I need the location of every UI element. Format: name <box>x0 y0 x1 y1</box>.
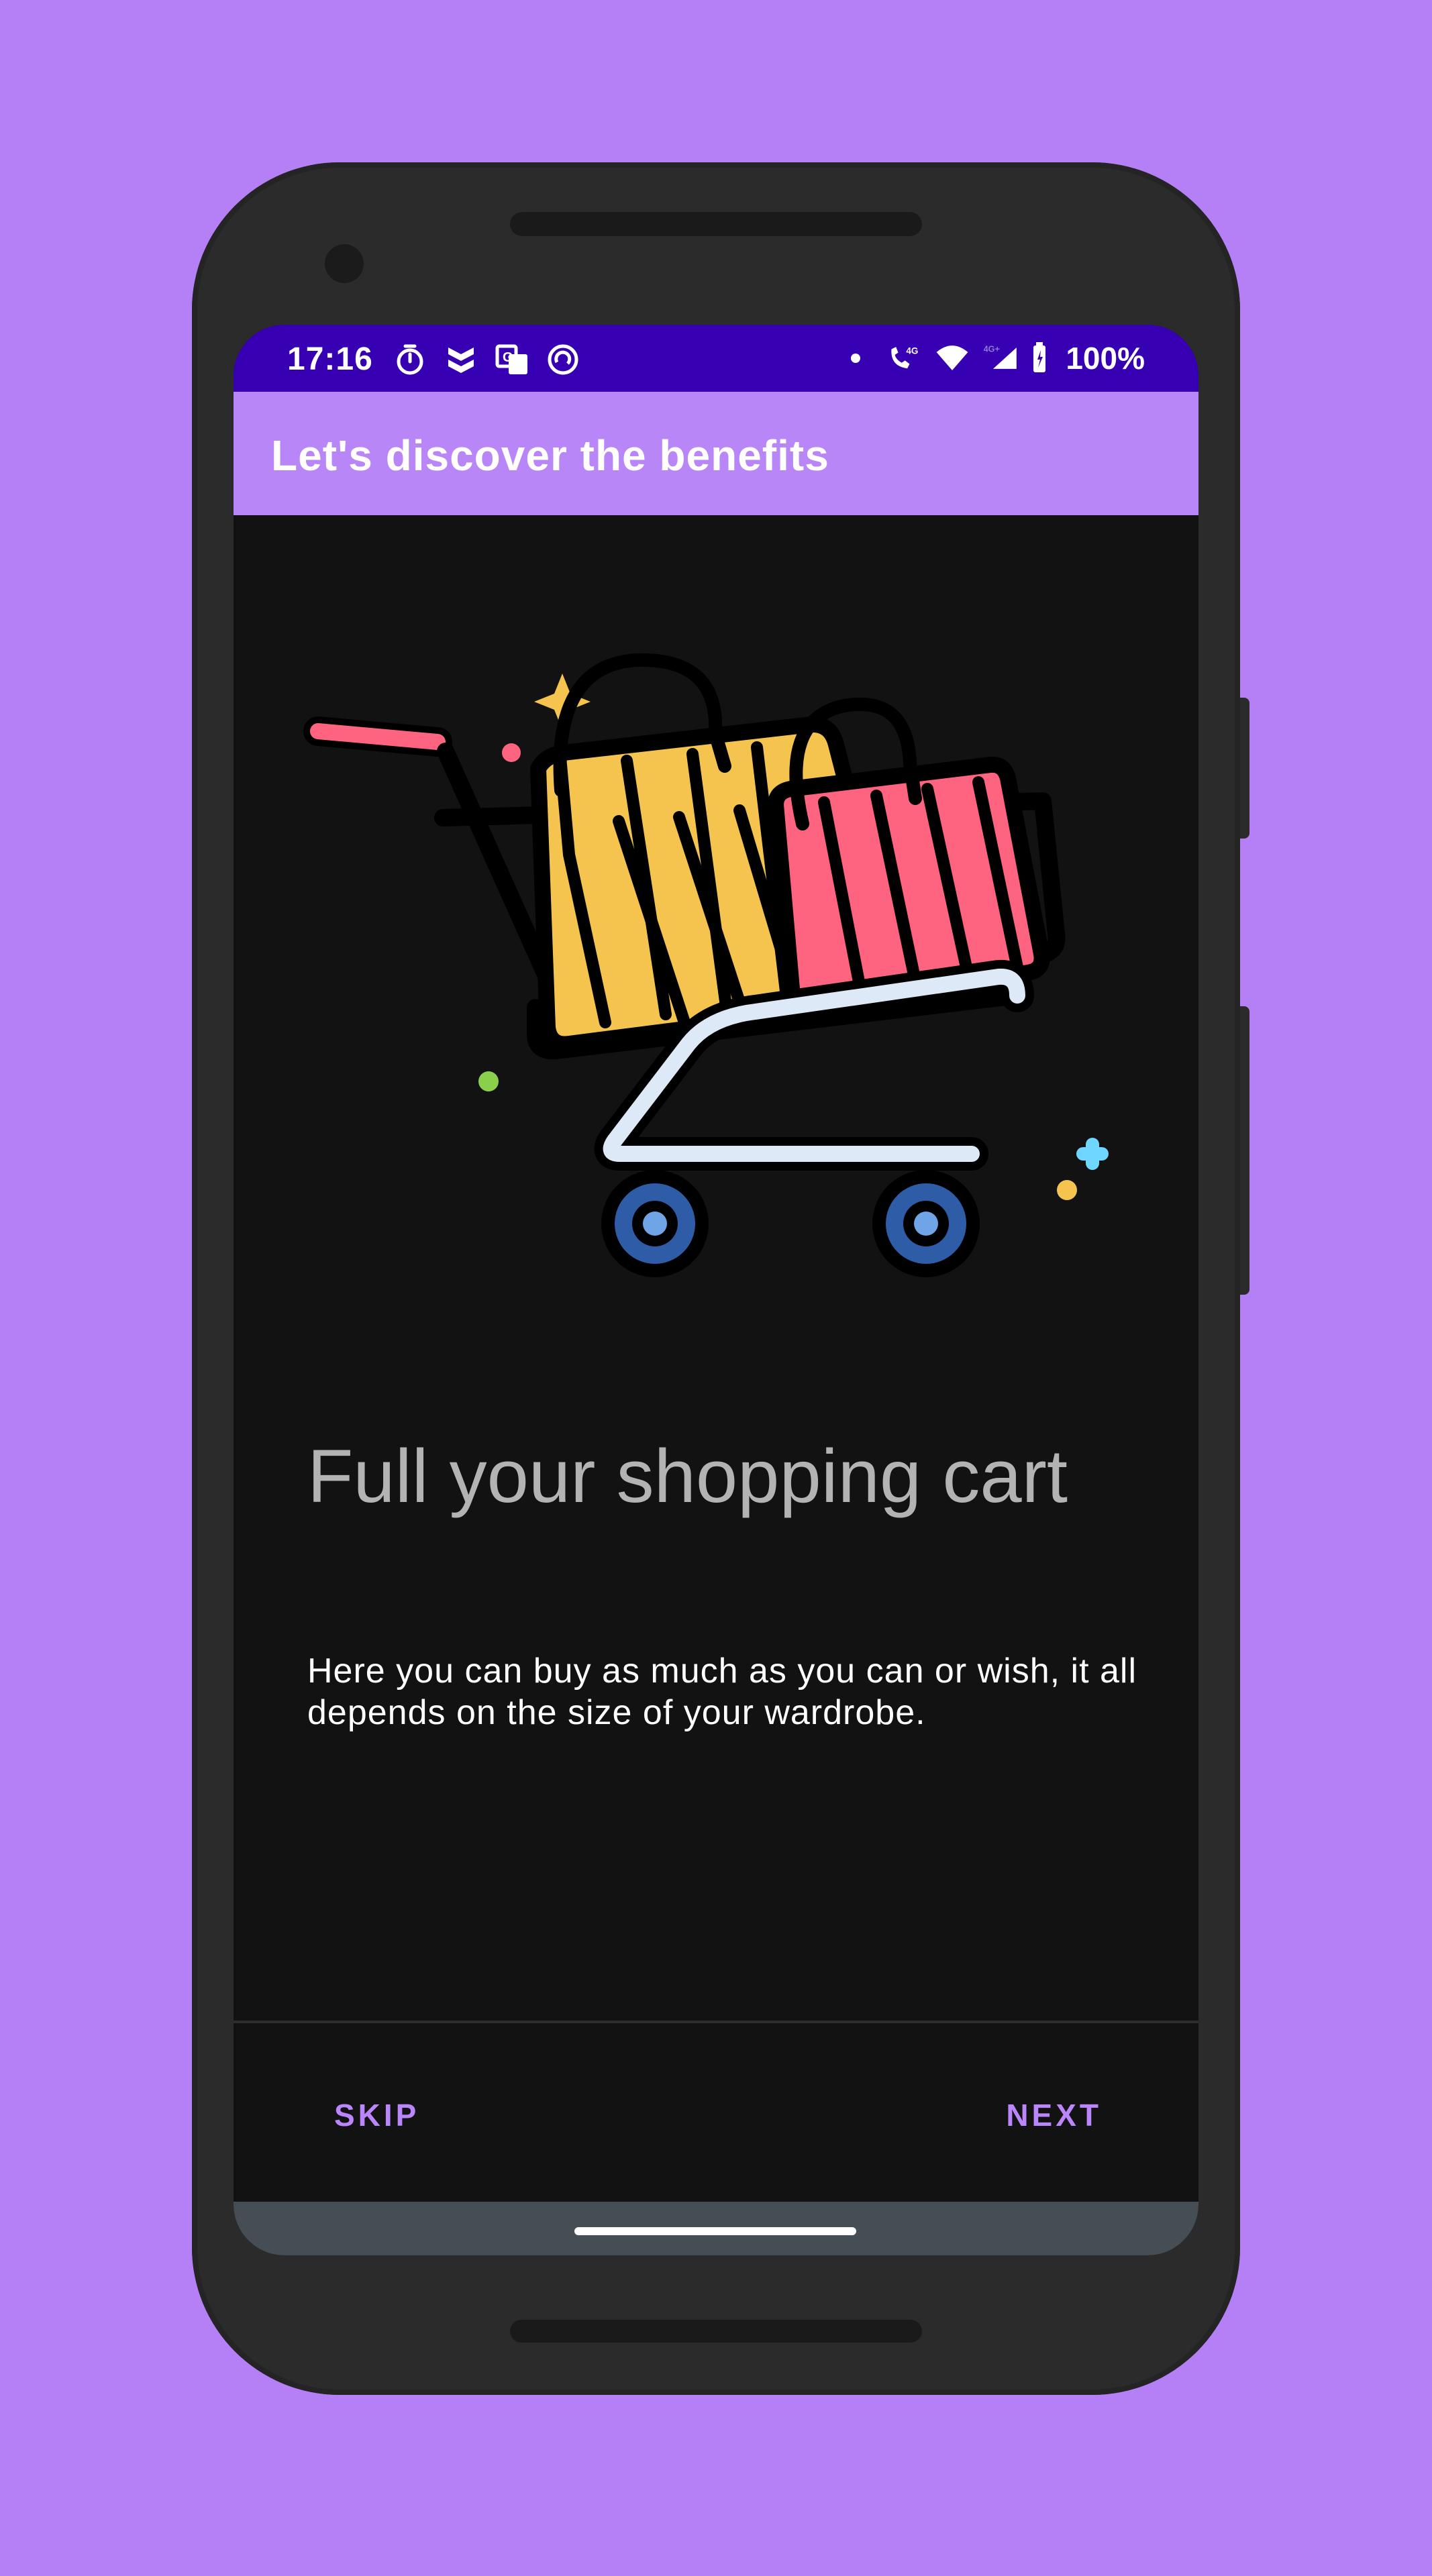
top-speaker <box>510 212 922 236</box>
translate-icon: G <box>495 344 527 374</box>
volume-button <box>1240 1006 1249 1295</box>
status-right-icons: 4G 4G+ 100% <box>851 341 1145 376</box>
shopping-cart-icon <box>303 653 1109 1277</box>
battery-icon <box>1033 342 1046 372</box>
sync-icon <box>548 344 578 375</box>
skip-button[interactable]: SKIP <box>334 2097 419 2133</box>
app-bar: Let's discover the benefits <box>234 392 1198 515</box>
wifi-icon <box>936 345 968 370</box>
status-left-icons: G <box>392 342 581 377</box>
power-button <box>1240 698 1249 839</box>
notification-app-icon <box>448 347 474 373</box>
dot-icon <box>851 354 861 363</box>
status-time: 17:16 <box>287 341 373 377</box>
page-title: Let's discover the benefits <box>271 431 829 480</box>
next-button[interactable]: NEXT <box>1006 2097 1102 2133</box>
svg-text:G: G <box>503 350 513 365</box>
gesture-navigation-bar <box>234 2202 1198 2255</box>
status-bar: 17:16 G 4G 4G+ 100% <box>234 325 1198 392</box>
battery-percentage: 100% <box>1066 341 1145 376</box>
signal-network-label: 4G+ <box>984 344 1000 354</box>
home-gesture-handle[interactable] <box>574 2227 856 2235</box>
footer-divider <box>234 2021 1198 2023</box>
call-network-label: 4G <box>907 345 919 356</box>
phone-screen: 17:16 G 4G 4G+ 100% Let's discover the b… <box>234 325 1198 2255</box>
signal-icon: 4G+ <box>984 344 1017 369</box>
volte-call-icon: 4G <box>891 345 919 369</box>
bottom-speaker <box>510 2320 922 2343</box>
timer-icon <box>397 344 423 375</box>
onboarding-description: Here you can buy as much as you can or w… <box>307 1652 1137 1732</box>
onboarding-headline: Full your shopping cart <box>307 1434 1068 1518</box>
front-camera <box>325 244 364 283</box>
